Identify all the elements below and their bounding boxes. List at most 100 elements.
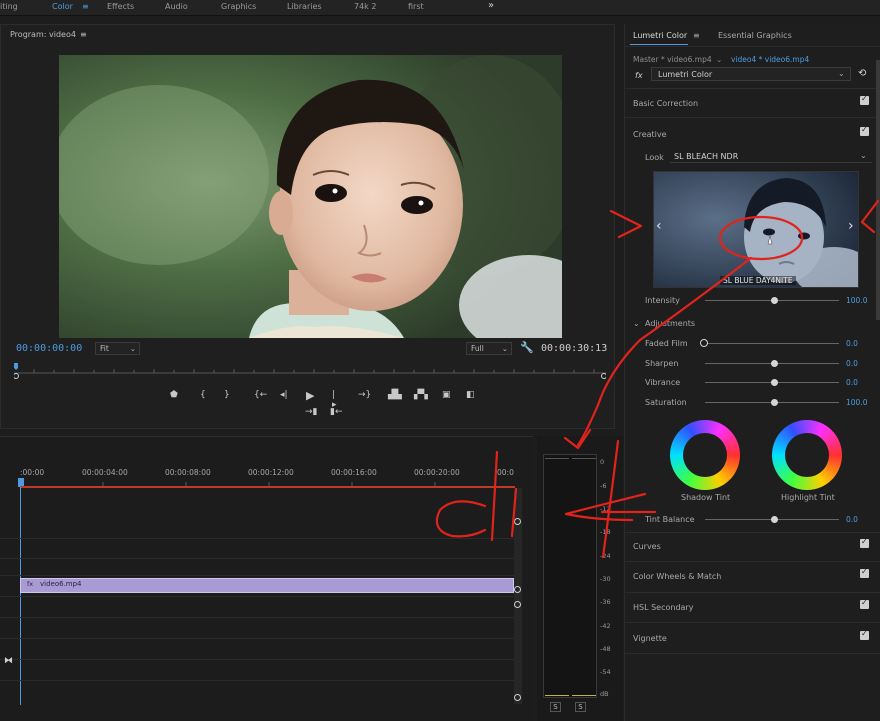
vibrance-slider-handle[interactable]: [771, 379, 778, 386]
chevron-down-icon: ⌄: [838, 69, 845, 78]
overwrite-button[interactable]: ▮←: [330, 407, 343, 417]
saturation-value[interactable]: 100.0: [846, 398, 867, 407]
creative-checkbox[interactable]: [860, 125, 869, 136]
chevron-down-icon: ⌄: [860, 151, 867, 160]
look-select-label: SL BLEACH NDR: [674, 152, 739, 161]
fit-zoom-select[interactable]: Fit ⌄: [95, 342, 140, 355]
step-back-button[interactable]: ◂|: [280, 390, 288, 400]
workspace-custom1-tab[interactable]: 74k 2: [354, 2, 376, 11]
highlight-tint-wheel[interactable]: [772, 420, 842, 490]
insert-button[interactable]: →▮: [305, 407, 318, 417]
track-divider: [0, 617, 515, 618]
add-marker-button[interactable]: ⬟: [170, 390, 178, 400]
previous-look-icon[interactable]: ‹: [656, 218, 662, 234]
lumetri-scrollbar[interactable]: [876, 60, 880, 320]
section-curves[interactable]: Curves: [633, 542, 661, 551]
divider: [624, 117, 880, 118]
basic-correction-checkbox[interactable]: [860, 94, 869, 105]
section-basic-correction[interactable]: Basic Correction: [633, 99, 698, 108]
panel-menu-icon[interactable]: ≡: [80, 30, 87, 39]
workspace-editing-tab[interactable]: iting: [0, 2, 18, 11]
tab-essential-graphics[interactable]: Essential Graphics: [718, 31, 792, 40]
workspace-menu-icon[interactable]: ≡: [82, 2, 89, 11]
camera-icon[interactable]: ▣: [442, 390, 451, 400]
timeline-ruler-ticks[interactable]: [18, 476, 518, 486]
workspace-effects-tab[interactable]: Effects: [107, 2, 134, 11]
meter-tick-label: -24: [600, 552, 611, 560]
vignette-checkbox[interactable]: [860, 629, 869, 640]
workspace-graphics-tab[interactable]: Graphics: [221, 2, 256, 11]
mark-in-button[interactable]: {: [200, 390, 206, 400]
sequence-clip-link[interactable]: video4 * video6.mp4: [731, 55, 809, 64]
intensity-slider-handle[interactable]: [771, 297, 778, 304]
section-hsl-secondary[interactable]: HSL Secondary: [633, 603, 693, 612]
track-divider: [0, 680, 515, 681]
divider: [624, 622, 880, 623]
chevron-down-icon[interactable]: ⌄: [716, 55, 722, 64]
sharpen-value[interactable]: 0.0: [846, 359, 858, 368]
look-label: Look: [645, 153, 664, 162]
workspace-bar: iting Color ≡ Effects Audio Graphics Lib…: [0, 0, 880, 16]
go-to-in-button[interactable]: {←: [254, 390, 267, 400]
meter-tick-label: -6: [600, 482, 607, 490]
current-timecode[interactable]: 00:00:00:00: [16, 343, 82, 354]
reset-icon[interactable]: ⟲: [858, 68, 866, 79]
section-vignette[interactable]: Vignette: [633, 634, 667, 643]
tint-balance-value[interactable]: 0.0: [846, 515, 858, 524]
track-divider: [0, 659, 515, 660]
play-button[interactable]: ▶: [306, 389, 314, 402]
more-workspaces-icon[interactable]: »: [488, 0, 494, 11]
divider: [624, 46, 880, 47]
workspace-color-tab[interactable]: Color: [52, 2, 73, 11]
compare-view-button[interactable]: ◧: [466, 390, 475, 400]
shadow-tint-wheel[interactable]: [670, 420, 740, 490]
divider: [624, 561, 880, 562]
panel-menu-icon[interactable]: ≡: [693, 31, 700, 40]
workspace-libraries-tab[interactable]: Libraries: [287, 2, 322, 11]
master-clip-label[interactable]: Master * video6.mp4: [633, 55, 712, 64]
saturation-slider-handle[interactable]: [771, 399, 778, 406]
look-select[interactable]: SL BLEACH NDR ⌄: [670, 150, 872, 163]
tint-balance-slider-handle[interactable]: [771, 516, 778, 523]
hsl-secondary-checkbox[interactable]: [860, 598, 869, 609]
curves-checkbox[interactable]: [860, 537, 869, 548]
video-clip[interactable]: [20, 578, 514, 593]
faded-film-value[interactable]: 0.0: [846, 339, 858, 348]
section-color-wheels[interactable]: Color Wheels & Match: [633, 572, 721, 581]
look-preview-thumbnail[interactable]: SL BLUE DAY4NITE ‹ ›: [653, 171, 859, 288]
meter-tick-label: -18: [600, 528, 611, 536]
solo-left-button[interactable]: S: [550, 702, 561, 712]
work-area-bar[interactable]: [20, 486, 515, 488]
lift-button[interactable]: ▟▙: [388, 390, 402, 400]
faded-film-slider[interactable]: [705, 343, 839, 344]
extract-button[interactable]: ▞▚: [414, 390, 428, 400]
intensity-value[interactable]: 100.0: [846, 296, 867, 305]
track-divider: [0, 575, 515, 576]
mark-out-button[interactable]: }: [224, 390, 230, 400]
section-creative[interactable]: Creative: [633, 130, 667, 139]
next-look-icon[interactable]: ›: [848, 218, 854, 234]
effect-select[interactable]: Lumetri Color ⌄: [651, 67, 851, 81]
timeline-zoom-icon[interactable]: ⧓: [4, 656, 13, 666]
go-to-out-button[interactable]: →}: [358, 390, 371, 400]
vibrance-value[interactable]: 0.0: [846, 378, 858, 387]
scroll-handle[interactable]: [514, 586, 521, 593]
scroll-handle[interactable]: [514, 694, 521, 701]
color-wheels-checkbox[interactable]: [860, 567, 869, 578]
chevron-down-icon[interactable]: ⌄: [633, 319, 640, 328]
program-monitor-title[interactable]: Program: video4: [10, 30, 76, 39]
wrench-settings-icon[interactable]: 🔧: [520, 341, 534, 354]
workspace-custom2-tab[interactable]: first: [408, 2, 424, 11]
sharpen-slider-handle[interactable]: [771, 360, 778, 367]
tab-lumetri-color[interactable]: Lumetri Color: [633, 31, 687, 40]
chevron-down-icon: ⌄: [501, 344, 508, 353]
solo-right-button[interactable]: S: [575, 702, 586, 712]
monitor-time-ruler[interactable]: [14, 363, 606, 379]
divider: [624, 592, 880, 593]
scroll-handle[interactable]: [514, 518, 521, 525]
playback-resolution-select[interactable]: Full ⌄: [466, 342, 512, 355]
workspace-audio-tab[interactable]: Audio: [165, 2, 188, 11]
scroll-handle[interactable]: [514, 601, 521, 608]
section-adjustments[interactable]: Adjustments: [645, 319, 695, 328]
faded-film-slider-handle[interactable]: [700, 339, 708, 347]
